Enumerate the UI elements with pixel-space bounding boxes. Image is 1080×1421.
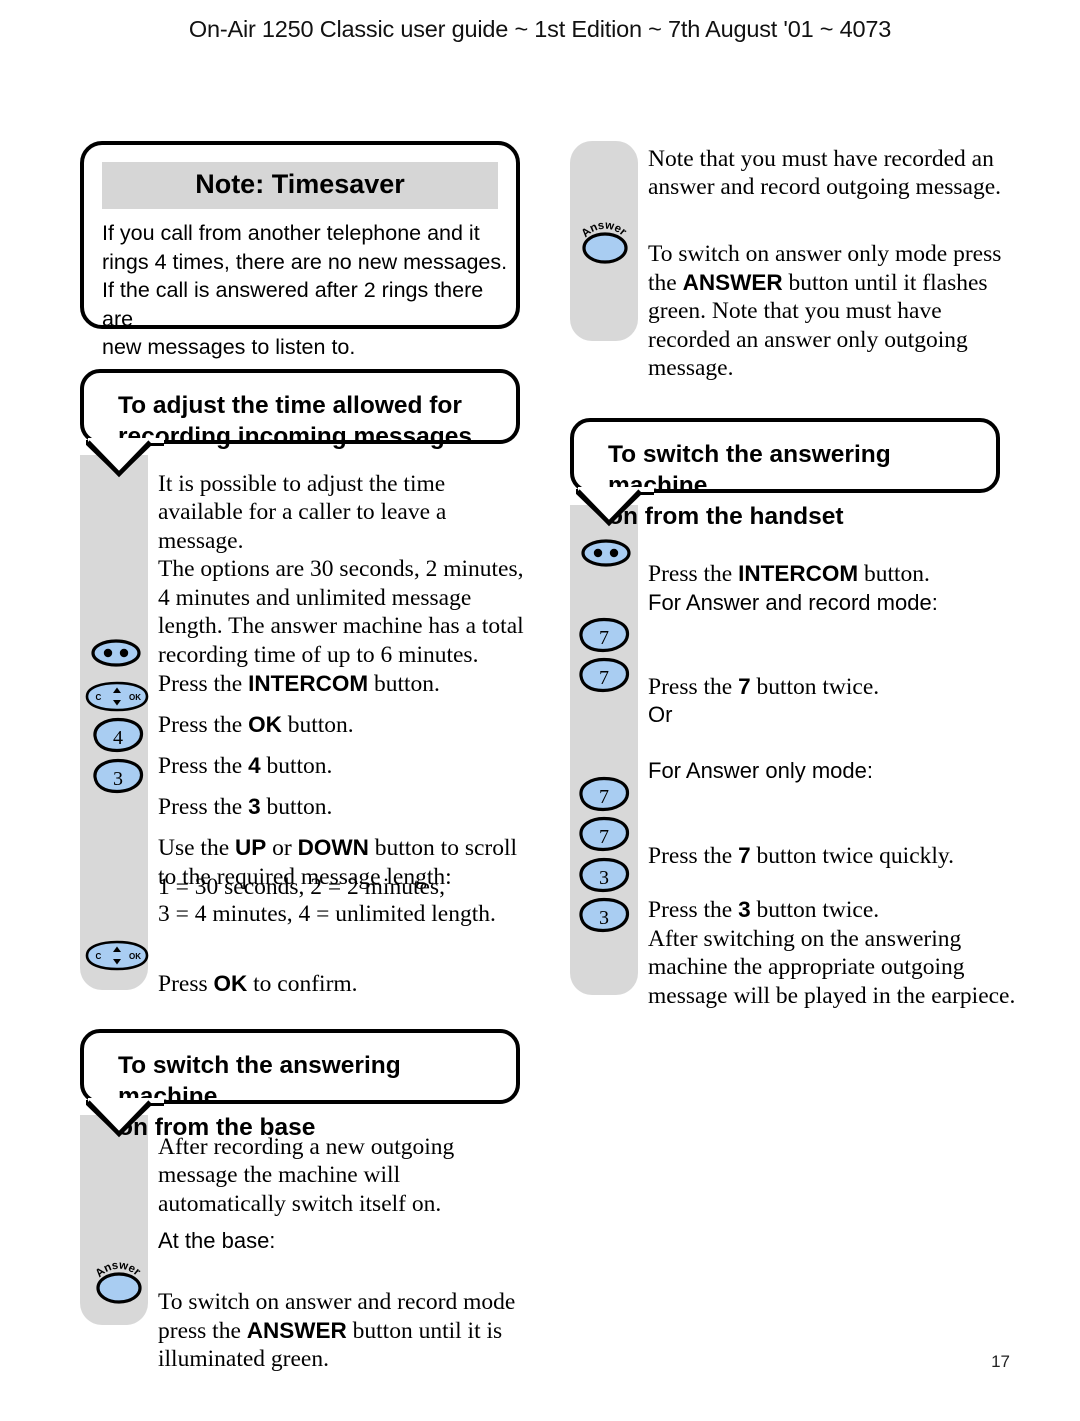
message-length-options: 1 = 30 seconds, 2 = 2 minutes, 3 = 4 min… (158, 874, 496, 928)
page-number: 17 (991, 1352, 1010, 1371)
note-timesaver-box: Note: Timesaver If you call from another… (80, 141, 520, 359)
number-key-label: 7 (599, 826, 609, 848)
number-key-3a-icon: 3 (578, 857, 630, 893)
number-key-7d-icon: 7 (578, 816, 630, 852)
step-text-after: button. (368, 671, 440, 698)
press7-keyword: 7 (738, 674, 751, 700)
number-key-label: 7 (599, 627, 609, 649)
scroll-keyword-up: UP (235, 835, 267, 861)
step-press-answer-base: To switch on answer and record mode pres… (158, 1260, 538, 1374)
intercom-key-icon-right (580, 538, 632, 568)
heading-switch-on-from-base: To switch the answering machine on from … (80, 1029, 520, 1141)
label-or: Or (648, 702, 673, 727)
press7q-text-before: Press the (648, 843, 739, 870)
scroll-keyword-down: DOWN (297, 835, 369, 861)
scroll-text-2: or (266, 835, 298, 862)
press7q-keyword: 7 (738, 843, 751, 869)
guide-page: On-Air 1250 Classic user guide ~ 1st Edi… (0, 0, 1080, 1421)
handset-switch-outro: After switching on the answering machine… (648, 926, 1016, 1009)
answer-key-icon-right-note: Answer (576, 212, 634, 264)
confirm-text-before: Press (158, 971, 214, 998)
svg-text:C: C (96, 693, 102, 702)
heading-tail-3 (576, 487, 654, 527)
right-note-para-2: To switch on answer only mode press the … (648, 212, 1020, 383)
number-key-3b-icon: 3 (578, 897, 630, 933)
svg-text:OK: OK (129, 952, 141, 961)
ok-navigation-key-icon: C OK (84, 681, 150, 712)
at-the-base-subhead: At the base: (158, 1228, 276, 1253)
answer-key-icon-base: Answer (90, 1252, 148, 1304)
number-key-label: 4 (113, 727, 123, 749)
step-press-3-twice: Press the 3 button twice. (648, 868, 879, 925)
number-key-label: 3 (113, 768, 123, 790)
number-key-7b-icon: 7 (578, 657, 630, 693)
step-text-after: button. (858, 561, 930, 588)
label-answer-and-record-mode: For Answer and record mode: (648, 590, 938, 615)
number-key-label: 7 (599, 667, 609, 689)
number-key-label: 3 (599, 907, 609, 929)
step-press-7-twice-quickly: Press the 7 button twice quickly. (648, 814, 954, 871)
press7-text-after: button twice. (750, 674, 880, 701)
heading-switch-on-from-handset: To switch the answering machine on from … (570, 418, 1000, 530)
number-key-7c-icon: 7 (578, 776, 630, 812)
number-key-7a-icon: 7 (578, 617, 630, 653)
number-key-label: 7 (599, 786, 609, 808)
step-press-ok-confirm: Press OK to confirm. (158, 942, 358, 999)
intercom-key-icon (90, 638, 142, 668)
confirm-keyword: OK (213, 971, 248, 997)
heading-tail-1 (86, 438, 164, 478)
confirm-text-after: to confirm. (247, 971, 358, 998)
number-key-label: 3 (599, 867, 609, 889)
press7q-text-after: button twice quickly. (750, 843, 955, 870)
svg-text:OK: OK (129, 693, 141, 702)
press3-keyword: 3 (738, 897, 751, 923)
base-switch-intro: After recording a new outgoing message t… (158, 1134, 455, 1217)
scroll-text-1: Use the (158, 835, 236, 862)
heading-tail-2 (86, 1098, 164, 1138)
label-answer-only-mode: For Answer only mode: (648, 758, 873, 783)
right-note-para-1: Note that you must have recorded an answ… (648, 146, 1002, 201)
step-press-7-twice: Press the 7 button twice. (648, 645, 879, 702)
press7-text-before: Press the (648, 674, 739, 701)
svg-text:C: C (96, 952, 102, 961)
heading-adjust-recording-time: To adjust the time allowed for recording… (80, 369, 520, 450)
note-title: Note: Timesaver (102, 162, 498, 209)
step-keyword: INTERCOM (738, 561, 859, 587)
number-key-4-icon: 4 (92, 717, 144, 753)
adjust-time-intro: It is possible to adjust the time availa… (158, 471, 524, 668)
step-text-before: Press the (648, 561, 739, 588)
step-press-intercom-right: Press the INTERCOM button. (648, 532, 930, 589)
running-head: On-Air 1250 Classic user guide ~ 1st Edi… (188, 16, 892, 42)
answer-keyword: ANSWER (246, 1317, 347, 1343)
ok-navigation-key-icon-confirm: C OK (84, 940, 150, 971)
note2-keyword: ANSWER (682, 269, 783, 295)
press3-text-before: Press the (648, 897, 739, 924)
number-key-3-icon: 3 (92, 758, 144, 794)
press3-text-after: button twice. (750, 897, 880, 924)
note-body: If you call from another telephone and i… (102, 221, 508, 360)
